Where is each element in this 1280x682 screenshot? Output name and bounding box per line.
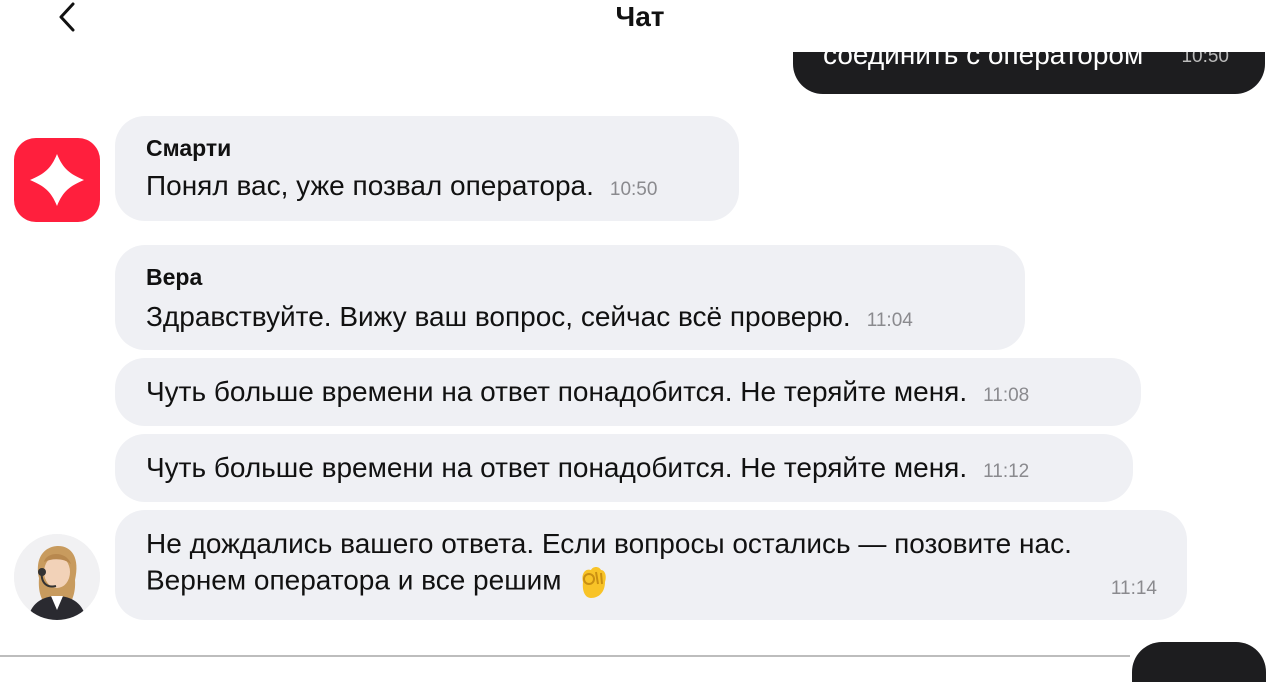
message-bubble: Смарти Понял вас, уже позвал оператора. 1…	[115, 116, 739, 221]
message-bubble: Вера Здравствуйте. Вижу ваш вопрос, сейч…	[115, 245, 1025, 350]
outgoing-message-time: 10:50	[1181, 52, 1229, 67]
message-bubble: Чуть больше времени на ответ понадобится…	[115, 434, 1133, 502]
ok-hand-icon	[582, 567, 607, 598]
message-text: Вернем оператора и все решим	[146, 564, 562, 596]
message-time: 11:04	[866, 310, 913, 331]
message-text-row: Чуть больше времени на ответ понадобится…	[146, 452, 1029, 484]
outgoing-message: соединить с оператором 10:50	[793, 52, 1265, 94]
smarti-avatar	[14, 138, 100, 222]
message-time: 10:50	[609, 179, 658, 200]
message-text: Чуть больше времени на ответ понадобится…	[146, 376, 968, 407]
message-time: 11:14	[1110, 578, 1157, 599]
message-sender: Вера	[146, 264, 203, 290]
message-text-row: Чуть больше времени на ответ понадобится…	[146, 376, 1029, 408]
message-bubble: Чуть больше времени на ответ понадобится…	[115, 358, 1141, 426]
message-bubble: Не дождались вашего ответа. Если вопросы…	[115, 510, 1187, 620]
message-time: 11:12	[983, 461, 1030, 482]
page-title: Чат	[615, 1, 665, 32]
message-text-row: Вернем оператора и все решим	[146, 564, 609, 600]
bottom-action-button[interactable]	[1132, 642, 1266, 682]
smarti-logo-icon	[30, 154, 84, 206]
message-sender: Смарти	[146, 135, 232, 161]
message-text: Чуть больше времени на ответ понадобится…	[146, 452, 968, 483]
message-text-line: Не дождались вашего ответа. Если вопросы…	[146, 528, 1072, 559]
chat-header: Чат	[0, 0, 1280, 40]
message-time: 11:08	[983, 385, 1030, 406]
message-text-row: Понял вас, уже позвал оператора. 10:50	[146, 170, 657, 202]
operator-photo	[14, 534, 100, 620]
outgoing-message-text: соединить с оператором	[823, 52, 1144, 70]
operator-avatar	[14, 534, 100, 620]
message-text: Здравствуйте. Вижу ваш вопрос, сейчас вс…	[146, 301, 851, 332]
message-text-row: Здравствуйте. Вижу ваш вопрос, сейчас вс…	[146, 301, 913, 333]
message-text: Понял вас, уже позвал оператора.	[146, 170, 594, 201]
